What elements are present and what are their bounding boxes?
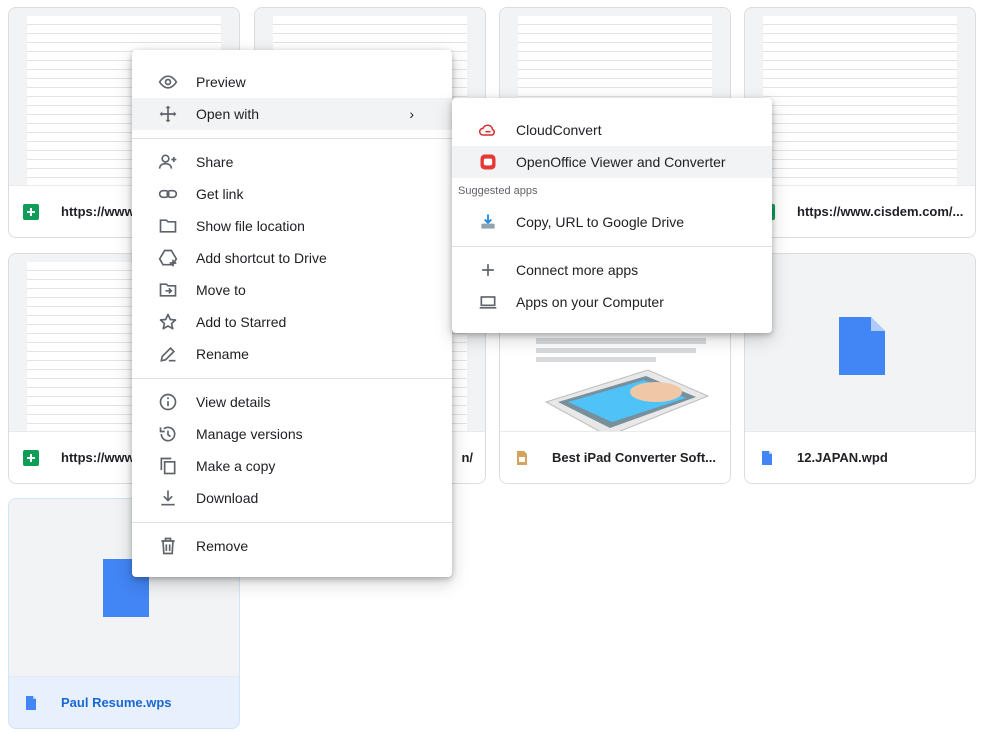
menu-item-add-shortcut[interactable]: Add shortcut to Drive <box>132 242 452 274</box>
open-with-submenu: CloudConvert OpenOffice Viewer and Conve… <box>452 98 772 333</box>
file-thumbnail <box>745 254 975 442</box>
slides-file-icon <box>517 450 527 465</box>
info-icon <box>158 392 178 412</box>
sheets-icon <box>23 203 39 220</box>
chevron-right-icon: › <box>409 106 414 122</box>
trash-icon <box>158 536 178 556</box>
move-arrows-icon <box>158 104 178 124</box>
eye-icon <box>158 72 178 92</box>
app-item-cloudconvert[interactable]: CloudConvert <box>452 114 772 146</box>
file-card[interactable]: 12.JAPAN.wpd <box>744 253 976 484</box>
menu-item-label: Get link <box>196 186 244 202</box>
file-thumbnail <box>745 8 975 196</box>
pencil-icon <box>158 344 178 364</box>
menu-item-get-link[interactable]: Get link <box>132 178 452 210</box>
file-card[interactable]: https://www.cisdem.com/... <box>744 7 976 238</box>
openoffice-icon <box>478 152 498 172</box>
menu-divider <box>132 522 452 523</box>
cloudconvert-icon <box>478 120 498 140</box>
app-item-openoffice[interactable]: OpenOffice Viewer and Converter <box>452 146 772 178</box>
menu-item-share[interactable]: Share <box>132 146 452 178</box>
menu-divider <box>132 138 452 139</box>
menu-item-label: Manage versions <box>196 426 303 442</box>
menu-item-show-file-location[interactable]: Show file location <box>132 210 452 242</box>
menu-item-view-details[interactable]: View details <box>132 386 452 418</box>
sheets-icon <box>23 449 39 466</box>
menu-item-rename[interactable]: Rename <box>132 338 452 370</box>
folder-icon <box>158 216 178 236</box>
menu-item-label: Show file location <box>196 218 305 234</box>
menu-item-label: Share <box>196 154 234 170</box>
file-name: Paul Resume.wps <box>61 695 172 710</box>
menu-item-add-to-starred[interactable]: Add to Starred <box>132 306 452 338</box>
history-icon <box>158 424 178 444</box>
download-icon <box>158 488 178 508</box>
app-item-label: OpenOffice Viewer and Converter <box>516 154 726 170</box>
menu-divider <box>132 378 452 379</box>
copy-icon <box>158 456 178 476</box>
context-menu: Preview Open with › Share Get link Show … <box>132 50 452 577</box>
app-item-label: Copy, URL to Google Drive <box>516 214 685 230</box>
menu-item-label: Rename <box>196 346 249 362</box>
apps-on-your-computer[interactable]: Apps on your Computer <box>452 286 772 318</box>
menu-item-preview[interactable]: Preview <box>132 66 452 98</box>
menu-item-label: Make a copy <box>196 458 276 474</box>
file-name: https://www.cisdem.com/... <box>797 204 964 219</box>
file-name: https://www <box>61 450 135 465</box>
app-item-label: Connect more apps <box>516 262 639 278</box>
menu-item-make-a-copy[interactable]: Make a copy <box>132 450 452 482</box>
menu-item-open-with[interactable]: Open with › <box>132 98 452 130</box>
menu-item-move-to[interactable]: Move to <box>132 274 452 306</box>
menu-item-label: Remove <box>196 538 249 554</box>
file-name: 12.JAPAN.wpd <box>797 450 888 465</box>
ipad-photo-icon <box>544 369 710 437</box>
drive-shortcut-icon <box>158 248 178 268</box>
laptop-icon <box>478 292 498 312</box>
menu-item-label: Preview <box>196 74 246 90</box>
app-item-label: CloudConvert <box>516 122 602 138</box>
file-name: https://www <box>61 204 135 219</box>
move-to-folder-icon <box>158 280 178 300</box>
file-name: n/ <box>461 450 473 465</box>
file-name: Best iPad Converter Soft... <box>552 450 716 465</box>
star-icon <box>158 312 178 332</box>
menu-item-label: Add to Starred <box>196 314 287 330</box>
menu-item-label: Open with <box>196 106 260 122</box>
link-icon <box>158 184 178 204</box>
suggested-apps-heading: Suggested apps <box>458 185 538 197</box>
app-item-copy-url-to-drive[interactable]: Copy, URL to Google Drive <box>452 206 772 238</box>
doc-file-icon <box>839 317 885 375</box>
doc-icon <box>26 695 36 710</box>
menu-item-label: View details <box>196 394 271 410</box>
menu-item-manage-versions[interactable]: Manage versions <box>132 418 452 450</box>
menu-item-download[interactable]: Download <box>132 482 452 514</box>
plus-icon <box>478 260 498 280</box>
copy-url-drive-icon <box>478 212 498 232</box>
person-add-icon <box>158 152 178 172</box>
menu-item-label: Move to <box>196 282 246 298</box>
menu-item-label: Add shortcut to Drive <box>196 250 327 266</box>
connect-more-apps[interactable]: Connect more apps <box>452 254 772 286</box>
menu-item-label: Download <box>196 490 259 506</box>
menu-item-remove[interactable]: Remove <box>132 530 452 562</box>
menu-divider <box>452 246 772 247</box>
app-item-label: Apps on your Computer <box>516 294 664 310</box>
doc-icon <box>762 450 772 465</box>
